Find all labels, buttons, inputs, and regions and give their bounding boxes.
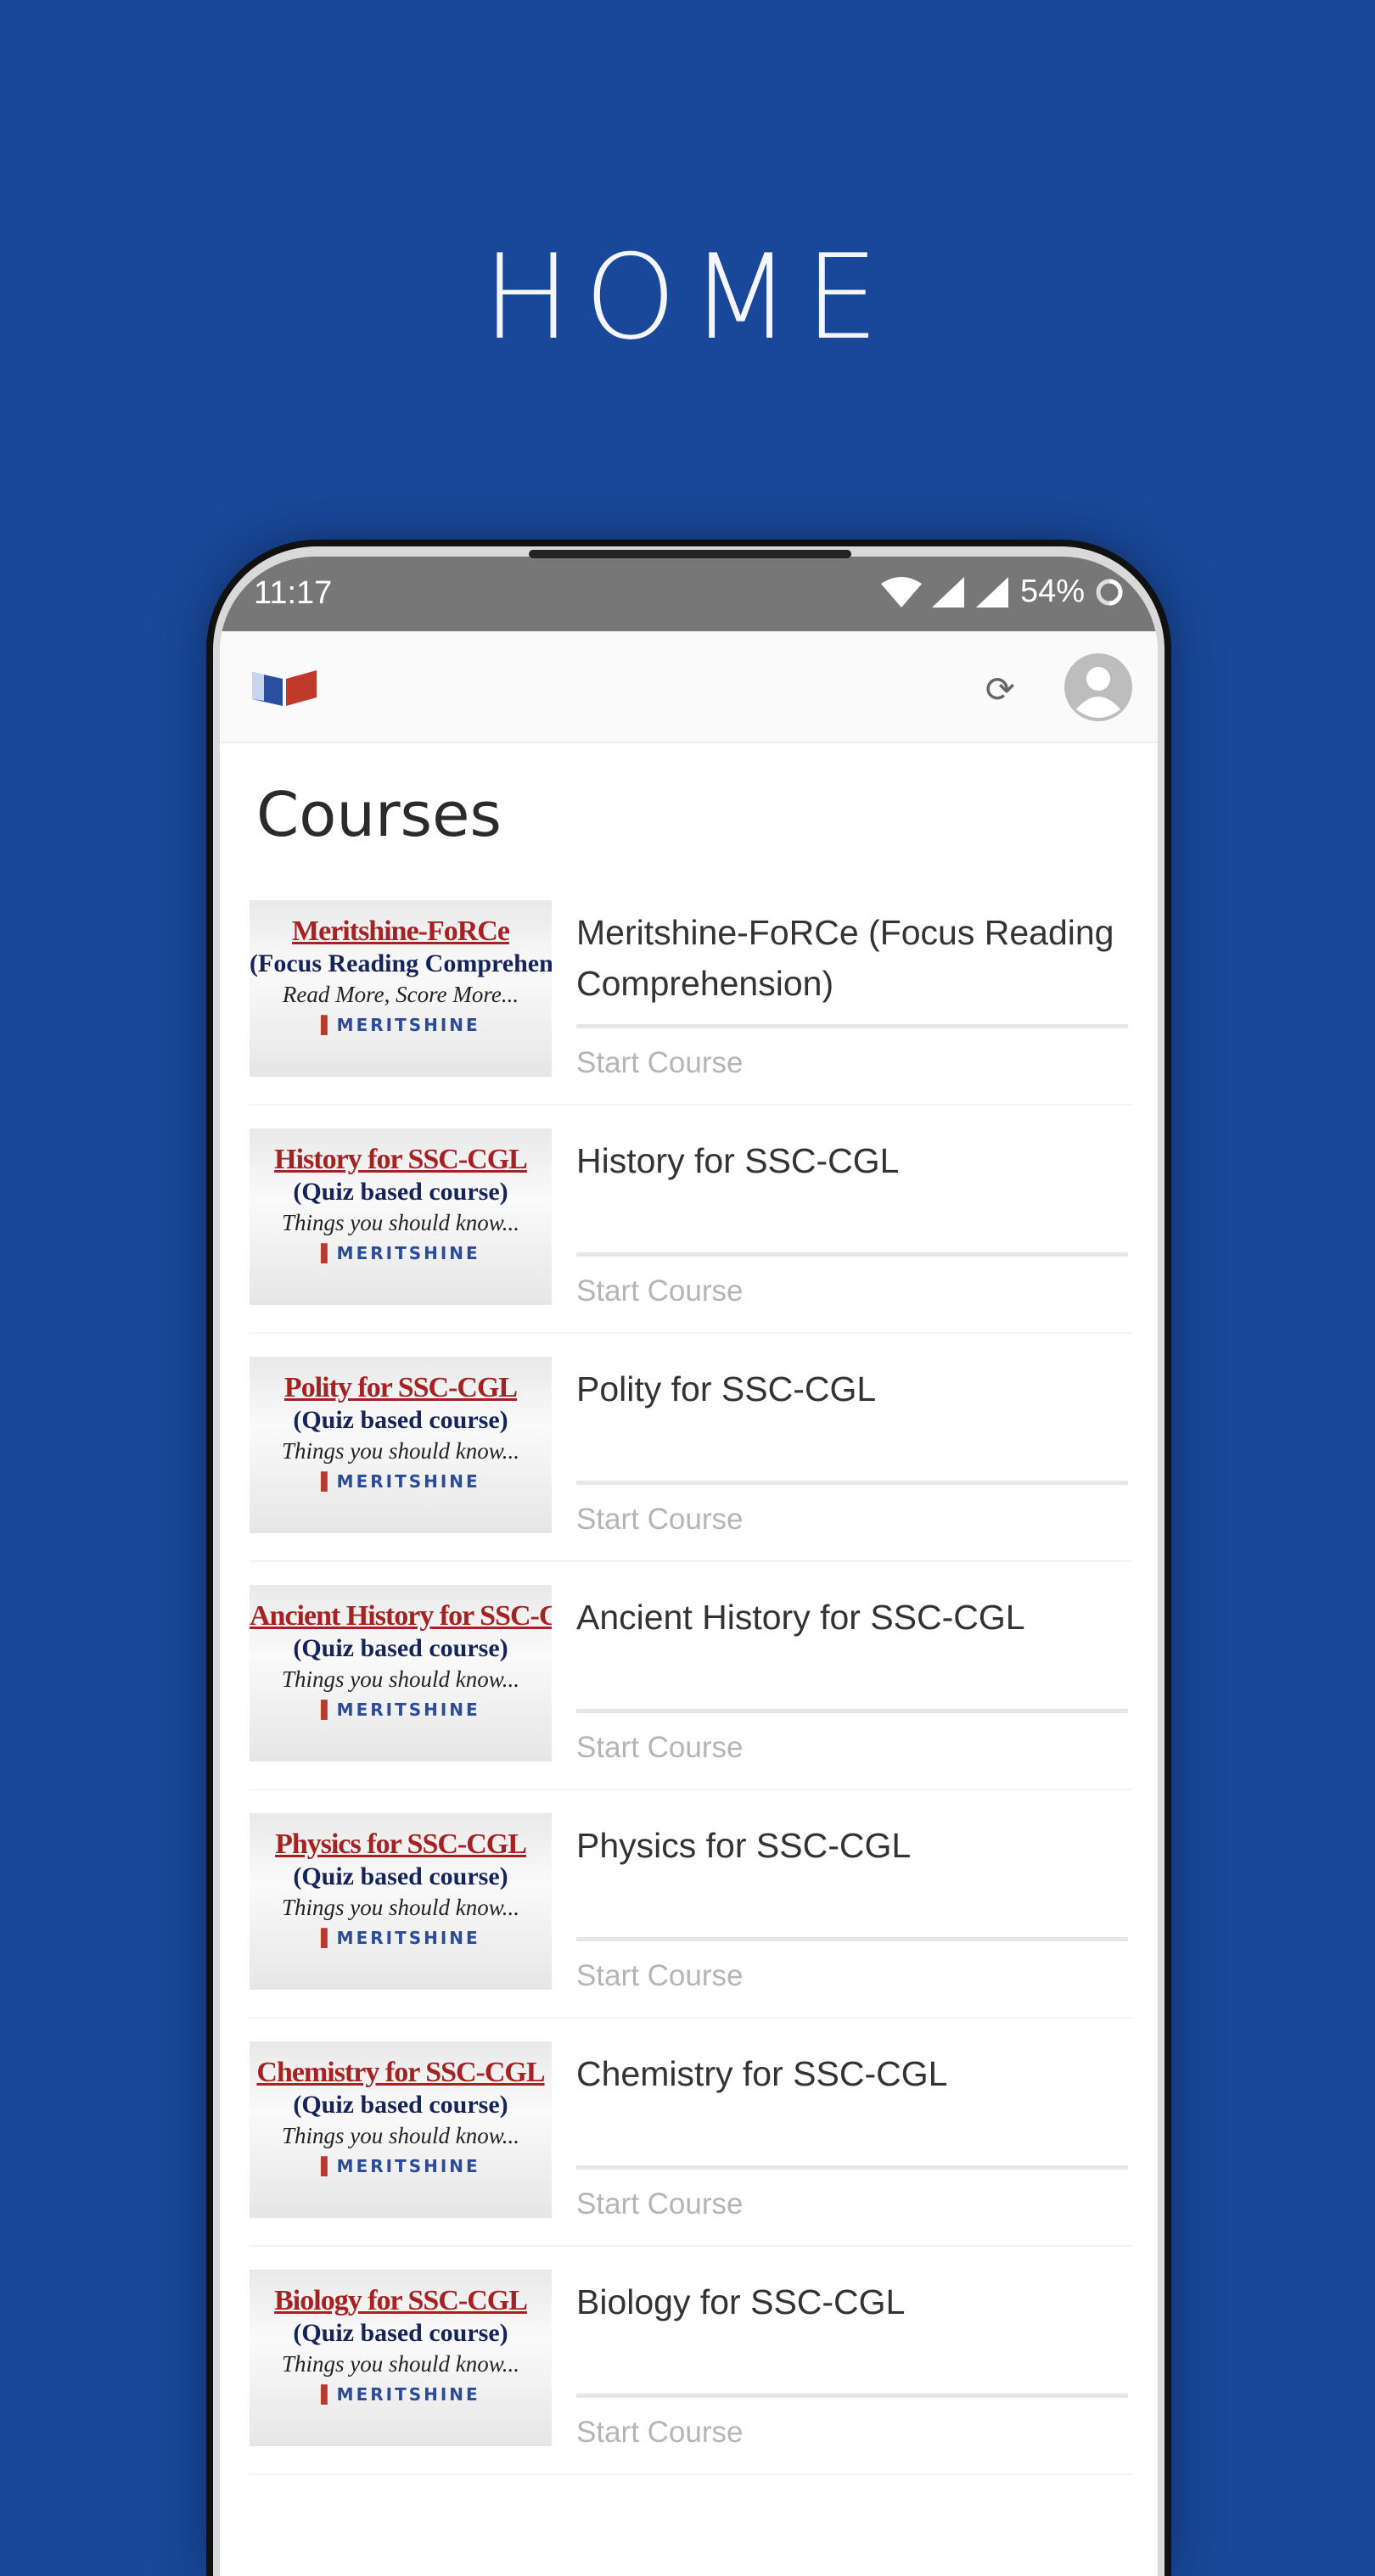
thumb-subtitle: (Quiz based course) xyxy=(293,1406,508,1434)
book-logo-icon[interactable] xyxy=(252,669,317,706)
progress-divider xyxy=(576,2394,1128,2398)
course-title[interactable]: Meritshine-FoRCe (Focus Reading Comprehe… xyxy=(576,907,1128,1009)
course-thumbnail[interactable]: Ancient History for SSC-CGL (Quiz based … xyxy=(250,1585,552,1761)
wifi-icon xyxy=(880,576,922,608)
page-title: Courses xyxy=(256,779,502,850)
progress-divider xyxy=(576,1481,1128,1485)
thumb-tagline: Read More, Score More... xyxy=(282,982,519,1007)
thumb-logo: ▌MERITSHINE xyxy=(321,2156,480,2176)
phone-screen: 11:17 54% ⟳ Courses Meritshine-FoRCe (Fo… xyxy=(220,557,1158,2576)
thumb-title: Chemistry for SSC-CGL xyxy=(256,2057,545,2088)
thumb-subtitle: (Quiz based course) xyxy=(293,2091,508,2119)
thumb-tagline: Things you should know... xyxy=(281,1666,519,1692)
start-course-link[interactable]: Start Course xyxy=(576,1503,743,1537)
thumb-logo: ▌MERITSHINE xyxy=(321,1243,480,1263)
course-thumbnail[interactable]: Meritshine-FoRCe (Focus Reading Comprehe… xyxy=(250,900,552,1077)
battery-level: 54% xyxy=(1019,574,1085,609)
app-bar: ⟳ xyxy=(220,631,1158,743)
course-item[interactable]: Biology for SSC-CGL (Quiz based course) … xyxy=(250,2270,1132,2482)
battery-icon xyxy=(1096,579,1123,605)
thumb-logo-text: MERITSHINE xyxy=(336,2156,480,2176)
course-title[interactable]: Chemistry for SSC-CGL xyxy=(576,2048,1128,2099)
phone-speaker xyxy=(529,550,851,558)
thumb-title: Meritshine-FoRCe xyxy=(292,916,510,947)
progress-divider xyxy=(576,2165,1128,2170)
row-separator xyxy=(250,1332,1132,1334)
banner-title: HOME xyxy=(482,229,893,366)
row-separator xyxy=(250,2473,1132,2475)
progress-divider xyxy=(576,1937,1128,1941)
thumb-logo-text: MERITSHINE xyxy=(336,2384,480,2405)
thumb-tagline: Things you should know... xyxy=(281,1895,519,1920)
start-course-link[interactable]: Start Course xyxy=(576,1274,743,1308)
thumb-tagline: Things you should know... xyxy=(281,1438,519,1464)
thumb-subtitle: (Quiz based course) xyxy=(293,1862,508,1890)
thumb-tagline: Things you should know... xyxy=(281,1210,519,1235)
account-circle-icon[interactable] xyxy=(1064,653,1132,721)
signal-icon xyxy=(931,576,964,608)
course-title[interactable]: Biology for SSC-CGL xyxy=(576,2276,1128,2327)
thumb-subtitle: (Quiz based course) xyxy=(293,1634,508,1662)
thumb-title: Ancient History for SSC-CGL xyxy=(250,1600,552,1632)
course-thumbnail[interactable]: Polity for SSC-CGL (Quiz based course) T… xyxy=(250,1357,552,1533)
course-thumbnail[interactable]: Physics for SSC-CGL (Quiz based course) … xyxy=(250,1813,552,1990)
course-title[interactable]: Ancient History for SSC-CGL xyxy=(576,1592,1128,1643)
start-course-link[interactable]: Start Course xyxy=(576,2187,743,2221)
thumb-logo-text: MERITSHINE xyxy=(336,1471,480,1492)
phone-frame: 11:17 54% ⟳ Courses Meritshine-FoRCe (Fo… xyxy=(206,540,1171,2576)
thumb-logo-text: MERITSHINE xyxy=(336,1928,480,1948)
thumb-subtitle: (Focus Reading Comprehension) xyxy=(250,949,552,977)
progress-divider xyxy=(576,1709,1128,1713)
thumb-title: History for SSC-CGL xyxy=(274,1144,528,1175)
thumb-tagline: Things you should know... xyxy=(281,2351,519,2377)
thumb-logo-text: MERITSHINE xyxy=(336,1700,480,1720)
course-item[interactable]: Meritshine-FoRCe (Focus Reading Comprehe… xyxy=(250,900,1132,1112)
start-course-link[interactable]: Start Course xyxy=(576,1046,743,1080)
refresh-icon[interactable]: ⟳ xyxy=(985,669,1015,710)
course-item[interactable]: Physics for SSC-CGL (Quiz based course) … xyxy=(250,1813,1132,2025)
status-bar: 11:17 54% xyxy=(220,557,1158,631)
start-course-link[interactable]: Start Course xyxy=(576,1731,743,1765)
row-separator xyxy=(250,1104,1132,1106)
thumb-title: Biology for SSC-CGL xyxy=(274,2285,528,2316)
thumb-title: Polity for SSC-CGL xyxy=(283,1372,518,1403)
thumb-logo: ▌MERITSHINE xyxy=(321,1928,480,1948)
status-time: 11:17 xyxy=(254,575,333,611)
start-course-link[interactable]: Start Course xyxy=(576,1959,743,1993)
course-thumbnail[interactable]: Biology for SSC-CGL (Quiz based course) … xyxy=(250,2270,552,2446)
thumb-logo-text: MERITSHINE xyxy=(336,1243,480,1263)
thumb-subtitle: (Quiz based course) xyxy=(293,1178,508,1206)
progress-divider xyxy=(576,1024,1128,1028)
course-thumbnail[interactable]: Chemistry for SSC-CGL (Quiz based course… xyxy=(250,2041,552,2218)
signal-icon xyxy=(975,576,1008,608)
thumb-title: Physics for SSC-CGL xyxy=(275,1828,527,1860)
thumb-logo: ▌MERITSHINE xyxy=(321,2384,480,2405)
course-title[interactable]: History for SSC-CGL xyxy=(576,1135,1128,1186)
course-item[interactable]: Polity for SSC-CGL (Quiz based course) T… xyxy=(250,1357,1132,1569)
course-item[interactable]: Chemistry for SSC-CGL (Quiz based course… xyxy=(250,2041,1132,2254)
progress-divider xyxy=(576,1252,1128,1257)
start-course-link[interactable]: Start Course xyxy=(576,2416,743,2450)
course-title[interactable]: Polity for SSC-CGL xyxy=(576,1364,1128,1414)
thumb-subtitle: (Quiz based course) xyxy=(293,2319,508,2347)
course-thumbnail[interactable]: History for SSC-CGL (Quiz based course) … xyxy=(250,1128,552,1305)
thumb-logo: ▌MERITSHINE xyxy=(321,1471,480,1492)
thumb-logo: ▌MERITSHINE xyxy=(321,1015,480,1035)
thumb-logo-text: MERITSHINE xyxy=(336,1015,480,1035)
row-separator xyxy=(250,2017,1132,2019)
course-item[interactable]: Ancient History for SSC-CGL (Quiz based … xyxy=(250,1585,1132,1797)
row-separator xyxy=(250,1789,1132,1790)
row-separator xyxy=(250,1560,1132,1562)
thumb-logo: ▌MERITSHINE xyxy=(321,1700,480,1720)
thumb-tagline: Things you should know... xyxy=(281,2123,519,2148)
course-title[interactable]: Physics for SSC-CGL xyxy=(576,1820,1128,1871)
row-separator xyxy=(250,2245,1132,2247)
course-item[interactable]: History for SSC-CGL (Quiz based course) … xyxy=(250,1128,1132,1341)
